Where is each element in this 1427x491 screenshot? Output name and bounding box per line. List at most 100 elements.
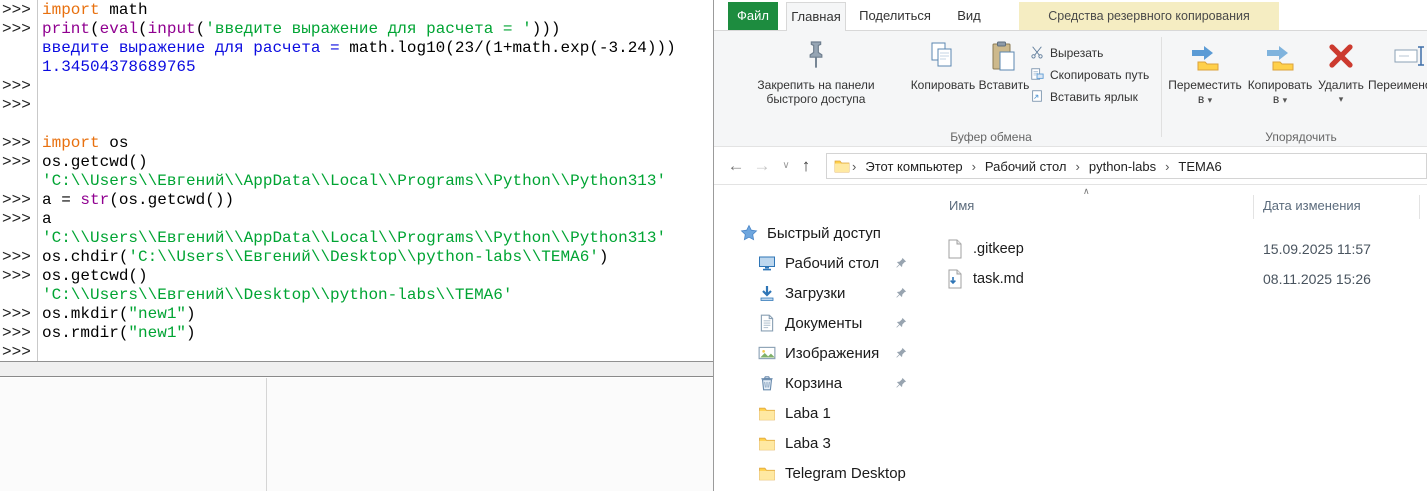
column-divider[interactable] — [1419, 195, 1420, 219]
delete-label: Удалить — [1316, 78, 1366, 92]
shell-prompt: >>> — [0, 305, 37, 324]
sidebar-item-telegram-desktop[interactable]: Telegram Desktop — [714, 458, 931, 488]
ribbon-tabs: Файл Главная Поделиться Вид Средства рез… — [714, 0, 1427, 30]
sidebar-item-документы[interactable]: Документы — [714, 308, 931, 338]
dropdown-arrow-icon: ▾ — [1316, 92, 1366, 106]
back-button[interactable]: ← — [724, 153, 748, 179]
sidebar-item-laba-3[interactable]: Laba 3 — [714, 428, 931, 458]
folder-icon — [758, 466, 776, 481]
tab-file[interactable]: Файл — [728, 2, 778, 30]
shell-horizontal-scrollbar[interactable] — [0, 361, 713, 377]
address-box[interactable]: ›Этот компьютер›Рабочий стол›python-labs… — [826, 153, 1427, 179]
breadcrumb-item[interactable]: TEMA6 — [1169, 159, 1230, 174]
shell-prompt — [0, 115, 37, 134]
copy-button[interactable]: Копировать — [910, 34, 976, 92]
file-name: task.md — [973, 271, 1024, 287]
sidebar-item-label: Загрузки — [785, 285, 845, 302]
tab-share[interactable]: Поделиться — [856, 2, 934, 30]
copy-path-label: Скопировать путь — [1050, 68, 1149, 82]
file-row[interactable]: task.md 08.11.2025 15:26 — [931, 264, 1427, 294]
file-name: .gitkeep — [973, 241, 1024, 257]
shell-code-text: os.getcwd() — [37, 267, 148, 286]
shell-prompt: >>> — [0, 134, 37, 153]
pin-icon — [726, 34, 906, 78]
copy-path-button[interactable]: Скопировать путь — [1030, 65, 1156, 85]
shell-prompt: >>> — [0, 267, 37, 286]
shell-prompt — [0, 39, 37, 58]
delete-button[interactable]: Удалить ▾ — [1316, 34, 1366, 106]
shell-code-text: os.mkdir("new1") — [37, 305, 196, 324]
shell-line: 'C:\\Users\\Евгений\\Desktop\\python-lab… — [0, 286, 713, 305]
up-button[interactable]: ↑ — [794, 153, 818, 179]
sidebar-item-рабочий-стол[interactable]: Рабочий стол — [714, 248, 931, 278]
pin-label-line2: быстрого доступа — [726, 92, 906, 106]
column-header-name[interactable]: Имя — [949, 198, 974, 213]
arrow-up-icon: ↑ — [802, 156, 811, 175]
paste-shortcut-button[interactable]: Вставить ярлык — [1030, 87, 1156, 107]
shell-line: >>>a = str(os.getcwd()) — [0, 191, 713, 210]
shell-code-text: print(eval(input('введите выражение для … — [37, 20, 561, 39]
shell-line: введите выражение для расчета = math.log… — [0, 39, 713, 58]
shell-code-text: os.chdir('C:\\Users\\Евгений\\Desktop\\p… — [37, 248, 609, 267]
sidebar-item-корзина[interactable]: Корзина — [714, 368, 931, 398]
breadcrumb-item[interactable]: Этот компьютер — [856, 159, 971, 174]
shell-output: >>>import math>>>print(eval(input('введи… — [0, 1, 713, 361]
copy-path-icon — [1030, 67, 1044, 84]
move-to-button[interactable]: Переместить в ▾ — [1166, 34, 1244, 107]
shell-prompt: >>> — [0, 1, 37, 20]
background-window-area — [0, 378, 713, 491]
breadcrumb-item[interactable]: Рабочий стол — [976, 159, 1076, 174]
pin-label-line1: Закрепить на панели — [726, 78, 906, 92]
sidebar-item-быстрый-доступ[interactable]: Быстрый доступ — [714, 218, 931, 248]
sidebar-item-изображения[interactable]: Изображения — [714, 338, 931, 368]
group-label-clipboard: Буфер обмена — [871, 130, 1111, 144]
arrow-left-icon: ← — [728, 156, 745, 175]
star-icon — [740, 224, 758, 242]
sidebar-item-загрузки[interactable]: Загрузки — [714, 278, 931, 308]
cut-button[interactable]: Вырезать — [1030, 43, 1156, 63]
paste-label: Вставить — [978, 78, 1030, 92]
dropdown-arrow-icon: ▾ — [1283, 95, 1288, 105]
pin-to-quick-access-button[interactable]: Закрепить на панели быстрого доступа — [726, 34, 906, 106]
python-shell[interactable]: >>>import math>>>print(eval(input('введи… — [0, 0, 713, 361]
file-date-modified: 15.09.2025 11:57 — [1263, 241, 1371, 257]
shell-line: 1.34504378689765 — [0, 58, 713, 77]
copy-to-button[interactable]: Копировать в ▾ — [1246, 34, 1314, 107]
sidebar-item-label: Laba 3 — [785, 435, 831, 452]
rename-label: Переименовать — [1368, 78, 1427, 92]
chevron-down-icon: ∨ — [782, 160, 789, 171]
navigation-pane: Быстрый доступРабочий стол Загрузки Докуме… — [714, 185, 931, 491]
sidebar-item-laba-1[interactable]: Laba 1 — [714, 398, 931, 428]
file-list: ∧ Имя Дата изменения .gitkeep15.09.2025 … — [931, 185, 1427, 491]
shell-prompt — [0, 286, 37, 305]
shell-line: >>>os.mkdir("new1") — [0, 305, 713, 324]
column-header-date-modified[interactable]: Дата изменения — [1263, 198, 1361, 213]
shell-prompt: >>> — [0, 20, 37, 39]
explorer-window: Файл Главная Поделиться Вид Средства рез… — [713, 0, 1427, 491]
sidebar-item-label: Изображения — [785, 345, 879, 362]
shell-code-text: os.getcwd() — [37, 153, 148, 172]
tab-backup-tools[interactable]: Средства резервного копирования — [1019, 2, 1279, 30]
copy-to-label-line1: Копировать — [1246, 78, 1314, 92]
shell-prompt: >>> — [0, 153, 37, 172]
breadcrumb-item[interactable]: python-labs — [1080, 159, 1165, 174]
column-divider[interactable] — [1253, 195, 1254, 219]
background-window-divider — [266, 378, 267, 491]
ribbon-group-divider — [1161, 37, 1162, 137]
copy-to-icon — [1246, 34, 1314, 78]
copy-label: Копировать — [910, 78, 976, 92]
copy-to-label-line2: в ▾ — [1246, 92, 1314, 107]
move-to-icon — [1166, 34, 1244, 78]
shell-prompt: >>> — [0, 210, 37, 229]
sidebar-item-label: Laba 1 — [785, 405, 831, 422]
tab-home[interactable]: Главная — [786, 2, 846, 31]
forward-button[interactable]: → — [750, 153, 774, 179]
tab-view[interactable]: Вид — [946, 2, 992, 30]
rename-button[interactable]: Переименовать — [1368, 34, 1427, 92]
paste-button[interactable]: Вставить — [978, 34, 1030, 92]
file-row[interactable]: .gitkeep 15.09.2025 11:57 — [931, 234, 1427, 264]
shell-prompt: >>> — [0, 77, 37, 96]
folder-icon — [758, 436, 776, 451]
file-date-modified: 08.11.2025 15:26 — [1263, 271, 1371, 287]
pin-icon — [895, 256, 908, 273]
